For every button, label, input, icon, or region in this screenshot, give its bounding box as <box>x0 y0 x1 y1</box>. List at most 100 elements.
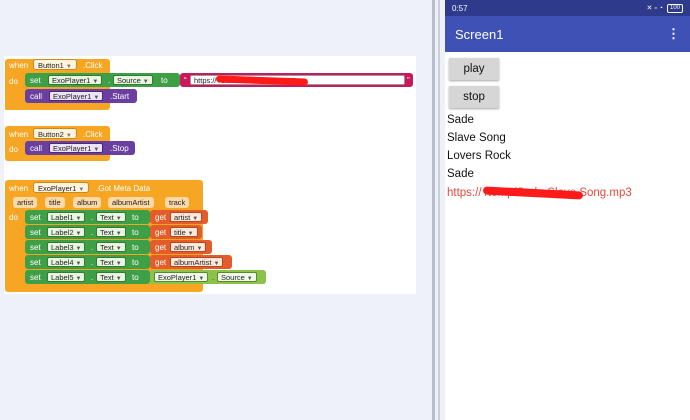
dropdown-arrow-icon: ▼ <box>142 79 149 85</box>
dropdown-arrow-icon: ▼ <box>75 246 82 252</box>
component-name: ExoPlayer1 <box>53 92 92 101</box>
dropdown-arrow-icon: ▼ <box>78 187 85 193</box>
dropdown-arrow-icon: ▼ <box>75 216 82 222</box>
dropdown-arrow-icon: ▼ <box>115 246 122 252</box>
component-name: Button2 <box>38 130 64 139</box>
param-title[interactable]: title <box>45 197 65 208</box>
set-keyword: set <box>30 213 41 222</box>
exoplayer1-component-dropdown[interactable]: ExoPlayer1 ▼ <box>49 143 104 153</box>
exoplayer1-component-dropdown[interactable]: ExoPlayer1 ▼ <box>154 272 209 282</box>
battery-icon: 100 <box>666 3 683 13</box>
do-keyword: do <box>9 145 18 154</box>
get-keyword: get <box>155 258 167 267</box>
label5-component-dropdown[interactable]: Label5 ▼ <box>47 272 86 282</box>
to-keyword: to <box>132 273 139 282</box>
variable-name: albumArtist <box>174 258 212 267</box>
label4-album-artist: Sade <box>447 168 474 180</box>
dot-separator: . <box>91 213 94 222</box>
when-keyword: when <box>9 184 29 193</box>
status-icons: ✕ ▫ ◔ 100 <box>647 3 683 13</box>
dropdown-arrow-icon: ▼ <box>115 261 122 267</box>
play-button[interactable]: play <box>449 58 499 80</box>
dropdown-arrow-icon: ▼ <box>65 64 72 70</box>
to-keyword: to <box>132 228 139 237</box>
dot-separator: . <box>108 76 111 85</box>
when-keyword: when <box>9 130 29 139</box>
param-album[interactable]: album <box>73 197 102 208</box>
artist-variable-dropdown[interactable]: artist ▼ <box>170 212 203 222</box>
dropdown-arrow-icon: ▼ <box>115 276 122 282</box>
param-artist[interactable]: artist <box>13 197 38 208</box>
to-keyword: to <box>132 213 139 222</box>
phone-emulator: 0:57 ✕ ▫ ◔ 100 Screen1 ⋮ play stop Sade … <box>445 0 690 420</box>
label1-artist: Sade <box>447 114 474 126</box>
blocks-workspace[interactable]: when Button1 ▼ .Click do set ExoPlayer1 ▼ … <box>0 0 432 420</box>
dropdown-arrow-icon: ▼ <box>65 133 72 139</box>
label4-component-dropdown[interactable]: Label4 ▼ <box>47 257 86 267</box>
quote-close: ” <box>407 76 410 85</box>
button2-component-dropdown[interactable]: Button2 ▼ <box>33 128 77 139</box>
set-keyword: set <box>30 273 41 282</box>
to-keyword: to <box>161 76 168 85</box>
property-name: Text <box>100 273 114 282</box>
label2-title: Slave Song <box>447 132 506 144</box>
exoplayer1-component-dropdown[interactable]: ExoPlayer1 ▼ <box>49 91 104 101</box>
dropdown-arrow-icon: ▼ <box>196 246 203 252</box>
workspace-vertical-scrollbar[interactable] <box>432 0 435 420</box>
label2-component-dropdown[interactable]: Label2 ▼ <box>47 227 86 237</box>
exoplayer1-component-dropdown[interactable]: ExoPlayer1 ▼ <box>33 182 90 193</box>
property-name: Text <box>100 213 114 222</box>
property-name: Source <box>117 76 141 85</box>
component-name: Label1 <box>51 213 74 222</box>
exoplayer1-component-dropdown[interactable]: ExoPlayer1 ▼ <box>48 75 103 85</box>
dropdown-arrow-icon: ▼ <box>115 231 122 237</box>
status-bar: 0:57 ✕ ▫ ◔ 100 <box>445 0 690 16</box>
param-albumartist[interactable]: albumArtist <box>108 197 154 208</box>
to-keyword: to <box>132 243 139 252</box>
component-name: Button1 <box>38 61 64 70</box>
property-name: Text <box>100 243 114 252</box>
component-name: Label3 <box>51 243 74 252</box>
set-keyword: set <box>30 76 41 85</box>
dot-separator: . <box>91 228 94 237</box>
label3-component-dropdown[interactable]: Label3 ▼ <box>47 242 86 252</box>
overflow-menu-icon[interactable]: ⋮ <box>667 26 680 42</box>
dropdown-arrow-icon: ▼ <box>75 276 82 282</box>
dropdown-arrow-icon: ▼ <box>93 147 100 153</box>
dropdown-arrow-icon: ▼ <box>198 276 205 282</box>
quote-open: “ <box>184 76 187 85</box>
variable-name: album <box>174 243 195 252</box>
text-property-dropdown[interactable]: Text ▼ <box>96 227 126 237</box>
title-variable-dropdown[interactable]: title ▼ <box>170 227 198 237</box>
source-property-dropdown[interactable]: Source ▼ <box>217 272 257 282</box>
stop-button[interactable]: stop <box>449 86 499 108</box>
get-keyword: get <box>155 243 167 252</box>
dropdown-arrow-icon: ▼ <box>246 276 253 282</box>
text-property-dropdown[interactable]: Text ▼ <box>96 242 126 252</box>
button1-component-dropdown[interactable]: Button1 ▼ <box>33 59 77 70</box>
label5-source-url: https:// /temp/Sade-Slave Song.mp3 <box>447 186 682 200</box>
label1-component-dropdown[interactable]: Label1 ▼ <box>47 212 86 222</box>
albumartist-variable-dropdown[interactable]: albumArtist ▼ <box>170 257 224 267</box>
text-property-dropdown[interactable]: Text ▼ <box>96 272 126 282</box>
property-name: Text <box>100 258 114 267</box>
album-variable-dropdown[interactable]: album ▼ <box>170 242 207 252</box>
source-property-dropdown[interactable]: Source ▼ <box>113 75 153 85</box>
status-time: 0:57 <box>452 3 468 13</box>
screen-title: Screen1 <box>455 26 504 42</box>
component-name: ExoPlayer1 <box>52 76 91 85</box>
param-track[interactable]: track <box>165 197 190 208</box>
property-name: Text <box>100 228 114 237</box>
component-name: ExoPlayer1 <box>53 144 92 153</box>
dot-separator: . <box>212 273 215 282</box>
variable-name: title <box>174 228 186 237</box>
dropdown-arrow-icon: ▼ <box>93 95 100 101</box>
dropdown-arrow-icon: ▼ <box>75 231 82 237</box>
method-name: .Start <box>110 92 130 101</box>
do-keyword: do <box>9 77 18 86</box>
text-property-dropdown[interactable]: Text ▼ <box>96 212 126 222</box>
text-property-dropdown[interactable]: Text ▼ <box>96 257 126 267</box>
call-keyword: call <box>30 92 43 101</box>
component-name: Label5 <box>51 273 74 282</box>
dot-separator: . <box>91 258 94 267</box>
